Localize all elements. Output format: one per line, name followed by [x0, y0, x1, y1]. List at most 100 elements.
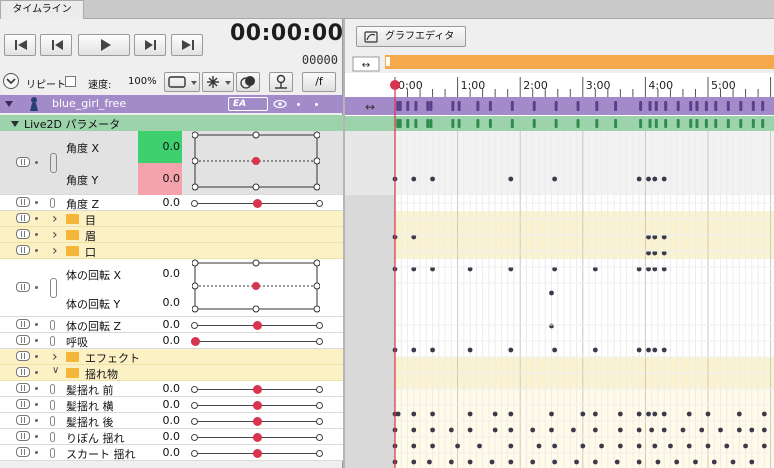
- folder-row[interactable]: › 口: [0, 243, 343, 259]
- visibility-toggle-icon[interactable]: [16, 229, 30, 239]
- parameter-row[interactable]: 体の回転 Z 0.0: [0, 317, 343, 333]
- solo-dot[interactable]: [315, 103, 318, 106]
- parameter-slider[interactable]: [191, 385, 323, 394]
- parameter-value[interactable]: 0.0: [136, 267, 181, 280]
- skip-to-end-button[interactable]: [171, 34, 203, 56]
- visibility-toggle-icon[interactable]: [16, 197, 30, 207]
- lock-dot[interactable]: [35, 161, 38, 164]
- parameter-row[interactable]: 角度 Z 0.0: [0, 195, 343, 211]
- folder-row[interactable]: ∨ 揺れ物: [0, 365, 343, 381]
- slider-knob[interactable]: [253, 199, 262, 208]
- frame-counter[interactable]: 00000: [270, 53, 338, 67]
- visibility-toggle-icon[interactable]: [16, 351, 30, 361]
- lock-dot[interactable]: [35, 323, 38, 326]
- link-open-icon[interactable]: [50, 432, 55, 442]
- parameter-value[interactable]: 0.0: [138, 163, 182, 195]
- visibility-toggle-icon[interactable]: [16, 383, 30, 393]
- step-forward-button[interactable]: [134, 34, 166, 56]
- slider-knob[interactable]: [253, 401, 262, 410]
- visibility-toggle-icon[interactable]: [16, 399, 30, 409]
- lock-dot[interactable]: [35, 249, 38, 252]
- slider-knob[interactable]: [253, 417, 262, 426]
- parameter-slider[interactable]: [191, 199, 323, 208]
- visibility-toggle-icon[interactable]: [16, 245, 30, 255]
- parameter-row[interactable]: 呼吸 0.0: [0, 333, 343, 349]
- skip-to-start-button[interactable]: [4, 34, 36, 56]
- parameter-row[interactable]: 体の回転 X 0.0 体の回転 Y 0.0: [0, 259, 343, 317]
- visibility-toggle-icon[interactable]: [16, 367, 30, 377]
- xy-pad[interactable]: [192, 131, 320, 195]
- lock-dot[interactable]: [35, 233, 38, 236]
- repeat-checkbox[interactable]: [65, 76, 76, 87]
- parameter-value[interactable]: 0.0: [136, 296, 181, 309]
- chevron-right-icon[interactable]: ›: [52, 227, 58, 243]
- parameter-slider[interactable]: [191, 321, 323, 330]
- parameter-value[interactable]: 0.0: [138, 131, 182, 163]
- parameter-row[interactable]: スカート 揺れ 0.0: [0, 445, 343, 461]
- lock-dot[interactable]: [35, 451, 38, 454]
- lock-dot[interactable]: [35, 419, 38, 422]
- visibility-toggle-icon[interactable]: [16, 319, 30, 329]
- slider-knob[interactable]: [253, 385, 262, 394]
- link-icon[interactable]: [50, 278, 57, 298]
- lock-dot[interactable]: [35, 371, 38, 374]
- step-back-button[interactable]: [40, 34, 72, 56]
- parameter-value[interactable]: 0.0: [136, 446, 181, 459]
- folder-row[interactable]: › 目: [0, 211, 343, 227]
- parameter-row[interactable]: 髪揺れ 横 0.0: [0, 397, 343, 413]
- chevron-right-icon[interactable]: ›: [52, 211, 58, 227]
- tab-timeline[interactable]: タイムライン: [0, 0, 84, 20]
- lock-dot[interactable]: [35, 217, 38, 220]
- visibility-toggle-icon[interactable]: [16, 282, 30, 292]
- parameter-slider[interactable]: [191, 433, 323, 442]
- chevron-right-icon[interactable]: ›: [52, 349, 58, 365]
- parameter-value[interactable]: 0.0: [136, 382, 181, 395]
- visibility-toggle-icon[interactable]: [16, 415, 30, 425]
- link-open-icon[interactable]: [50, 384, 55, 394]
- chevron-down-icon[interactable]: ∨: [52, 365, 59, 376]
- visibility-toggle-icon[interactable]: [16, 157, 30, 167]
- lock-dot[interactable]: [35, 387, 38, 390]
- visibility-toggle-icon[interactable]: [16, 213, 30, 223]
- lock-dot[interactable]: [35, 201, 38, 204]
- lock-dot[interactable]: [35, 286, 38, 289]
- display-mode-dropdown[interactable]: [164, 72, 200, 92]
- collapse-toggle-button[interactable]: [3, 73, 19, 89]
- link-open-icon[interactable]: [50, 336, 55, 346]
- timeline-canvas[interactable]: ↔ 0:00 1:00 2:00 3:00 4:00 5:00 ↔: [345, 19, 774, 468]
- marker-button[interactable]: [269, 72, 293, 92]
- parameter-slider[interactable]: [191, 417, 323, 426]
- link-open-icon[interactable]: [50, 198, 55, 208]
- lock-dot[interactable]: [35, 435, 38, 438]
- parameter-value[interactable]: 0.0: [136, 196, 181, 209]
- parameter-value[interactable]: 0.0: [136, 430, 181, 443]
- parameter-group-row[interactable]: Live2D パラメータ: [0, 115, 343, 131]
- link-open-icon[interactable]: [50, 400, 55, 410]
- slider-knob[interactable]: [253, 449, 262, 458]
- eye-icon[interactable]: [273, 98, 287, 110]
- snap-dropdown[interactable]: [202, 72, 234, 92]
- visibility-toggle-icon[interactable]: [16, 335, 30, 345]
- parameter-row[interactable]: りぼん 揺れ 0.0: [0, 429, 343, 445]
- parameter-row[interactable]: 角度 X 0.0 角度 Y 0.0: [0, 131, 343, 195]
- lock-dot[interactable]: [35, 403, 38, 406]
- link-open-icon[interactable]: [50, 320, 55, 330]
- link-open-icon[interactable]: [50, 448, 55, 458]
- play-button[interactable]: [78, 34, 130, 56]
- xy-pad[interactable]: [192, 259, 320, 317]
- slider-knob[interactable]: [191, 337, 200, 346]
- folder-row[interactable]: › 眉: [0, 227, 343, 243]
- slider-knob[interactable]: [253, 433, 262, 442]
- parameter-value[interactable]: 0.0: [136, 398, 181, 411]
- parameter-row[interactable]: 髪揺れ 後 0.0: [0, 413, 343, 429]
- visibility-toggle-icon[interactable]: [16, 447, 30, 457]
- object-row[interactable]: blue_girl_free EA: [0, 95, 343, 113]
- link-open-icon[interactable]: [50, 416, 55, 426]
- link-icon[interactable]: [50, 153, 57, 173]
- folder-row[interactable]: › エフェクト: [0, 349, 343, 365]
- parameter-value[interactable]: 0.0: [136, 414, 181, 427]
- lock-dot[interactable]: [297, 103, 300, 106]
- lock-dot[interactable]: [35, 339, 38, 342]
- parameter-slider[interactable]: [191, 449, 323, 458]
- parameter-value[interactable]: 0.0: [136, 318, 181, 331]
